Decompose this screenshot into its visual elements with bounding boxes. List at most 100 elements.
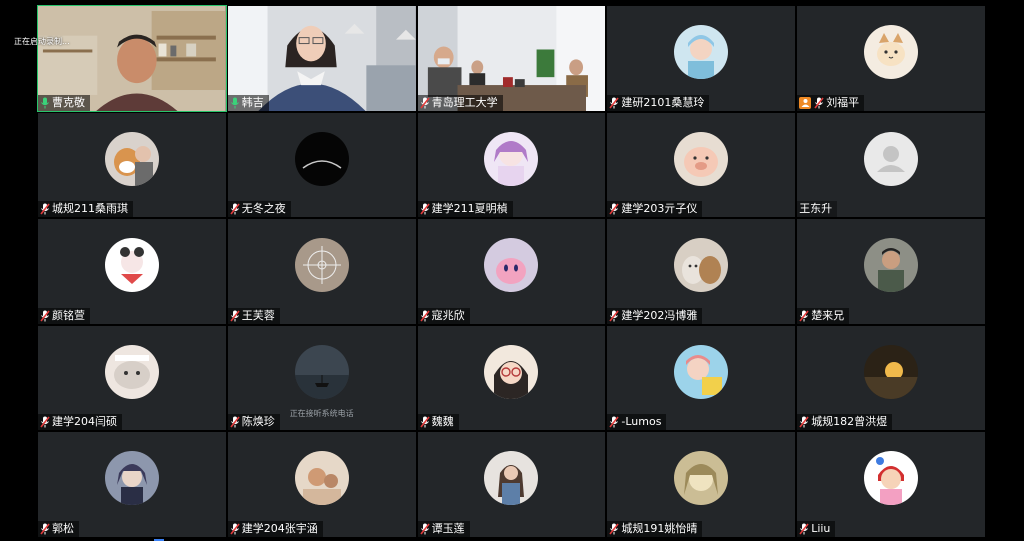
mic-muted-icon [230, 523, 240, 535]
participant-tile[interactable]: 城规182曾洪煜 [796, 324, 986, 432]
participant-tile[interactable]: 正在接听系统电话 陈焕珍 [226, 324, 417, 432]
participant-tile[interactable]: 建研2101桑慧玲 [606, 5, 797, 112]
participant-avatar [484, 131, 539, 186]
participant-tile[interactable]: 曹克敬 [37, 5, 227, 112]
mic-muted-icon [814, 97, 824, 109]
participant-name-bar: 刘福平 [797, 94, 865, 111]
mic-muted-icon [230, 416, 240, 428]
participant-avatar [104, 238, 159, 293]
participant-tile[interactable]: 建学204闫硕 [37, 324, 227, 432]
participant-grid: 曹克敬 韩吉 青岛理工大学 建研2101桑慧玲 刘福平城规211桑雨琪 无冬之夜 建学211… [37, 5, 986, 538]
mic-muted-icon [230, 310, 240, 322]
participant-name: 谭玉莲 [431, 521, 465, 535]
host-person-icon [799, 96, 812, 109]
participant-tile[interactable]: 无冬之夜 [226, 111, 417, 219]
participant-name-bar: 王东升 [797, 201, 838, 218]
participant-name: 城规211桑雨琪 [52, 202, 128, 216]
participant-tile[interactable]: 谭玉莲 [416, 431, 607, 538]
participant-name: 青岛理工大学 [431, 95, 498, 109]
participant-avatar [484, 344, 539, 399]
participant-tile[interactable]: 城规191姚怡晴 [606, 431, 797, 538]
participant-avatar [674, 344, 729, 399]
participant-name-bar: 王芙蓉 [227, 307, 280, 324]
participant-tile[interactable]: Liiu [796, 431, 986, 538]
mic-muted-icon [609, 416, 620, 428]
participant-tile[interactable]: 楚来兄 [796, 218, 986, 325]
participant-name-bar: 曹克敬 [38, 94, 90, 111]
participant-tile[interactable]: 建学204张宇涵 [226, 431, 417, 538]
participant-name: 建研2101桑慧玲 [621, 95, 705, 109]
participant-name: 城规182曾洪煜 [811, 415, 888, 429]
participant-avatar [864, 344, 919, 399]
participant-name-bar: 魏魏 [417, 414, 459, 431]
mic-muted-icon [419, 97, 430, 109]
participant-name-bar: 无冬之夜 [227, 201, 291, 218]
mic-muted-icon [609, 203, 620, 215]
meeting-gallery-view: 正在启动录制... 曹克敬 韩吉 青岛理工大学 建研2101桑慧玲 刘福平 城规211桑雨… [0, 0, 1024, 541]
mic-muted-icon [799, 310, 809, 322]
participant-name-bar: 建学211夏明楨 [417, 201, 513, 218]
participant-avatar [294, 238, 349, 293]
mic-muted-icon [40, 523, 50, 535]
participant-name-bar: 城规191姚怡晴 [607, 520, 703, 537]
participant-name-bar: 楚来兄 [797, 307, 850, 324]
participant-tile[interactable]: 王芙蓉 [226, 218, 417, 325]
participant-tile[interactable]: 城规211桑雨琪 [37, 111, 227, 219]
participant-name: 郭松 [52, 521, 74, 535]
participant-avatar [674, 25, 729, 79]
participant-name-bar: 城规211桑雨琪 [38, 201, 133, 218]
mic-muted-icon [609, 310, 620, 322]
participant-avatar [674, 451, 729, 506]
participant-tile[interactable]: 寇兆欣 [416, 218, 607, 325]
participant-name-bar: 颜铭萱 [38, 307, 90, 324]
participant-tile[interactable]: 青岛理工大学 [416, 5, 607, 112]
participant-tile[interactable]: 建学202冯博雅 [606, 218, 797, 325]
participant-name: 寇兆欣 [431, 308, 465, 322]
mic-muted-icon [419, 416, 430, 428]
participant-tile[interactable]: 颜铭萱 [37, 218, 227, 325]
mic-on-icon [230, 97, 239, 109]
participant-avatar [864, 131, 919, 186]
mic-muted-icon [799, 416, 809, 428]
participant-name-bar: 建学203亓子仪 [607, 201, 703, 218]
participant-name: 颜铭萱 [52, 308, 85, 322]
participant-name-bar: 建学202冯博雅 [607, 307, 703, 324]
participant-name: Liiu [811, 521, 831, 535]
participant-name: 王芙蓉 [241, 308, 275, 322]
participant-name: 魏魏 [431, 415, 454, 429]
participant-tile[interactable]: 王东升 [796, 111, 986, 219]
participant-name: 建学204闫硕 [52, 415, 117, 429]
participant-tile[interactable]: 建学211夏明楨 [416, 111, 607, 219]
participant-avatar [294, 131, 349, 186]
participant-name-bar: 郭松 [38, 520, 79, 537]
participant-name-bar: 陈焕珍 [227, 414, 280, 431]
mic-muted-icon [40, 310, 50, 322]
participant-avatar [674, 131, 729, 186]
participant-tile[interactable]: 郭松 [37, 431, 227, 538]
participant-avatar [674, 238, 729, 293]
participant-name: 刘福平 [826, 95, 860, 109]
participant-avatar [484, 451, 539, 506]
participant-name: 无冬之夜 [241, 202, 286, 216]
participant-name-bar: 青岛理工大学 [417, 94, 503, 111]
participant-tile[interactable]: 建学203亓子仪 [606, 111, 797, 219]
participant-tile[interactable]: 韩吉 [226, 5, 417, 112]
mic-muted-icon [419, 523, 430, 535]
participant-avatar [104, 451, 159, 506]
participant-tile[interactable]: 刘福平 [796, 5, 986, 112]
participant-avatar [864, 25, 919, 79]
participant-name: 建学202冯博雅 [621, 308, 698, 322]
participant-tile[interactable]: 魏魏 [416, 324, 607, 432]
participant-avatar [864, 451, 919, 506]
participant-name: 王东升 [799, 202, 833, 216]
participant-avatar [294, 451, 349, 506]
participant-name: 楚来兄 [811, 308, 845, 322]
mic-muted-icon [609, 97, 620, 109]
mic-muted-icon [419, 203, 430, 215]
mic-muted-icon [799, 523, 809, 535]
participant-avatar [864, 238, 919, 293]
participant-avatar [104, 131, 159, 186]
participant-avatar [484, 238, 539, 293]
participant-tile[interactable]: -Lumos [606, 324, 797, 432]
participant-name: 韩吉 [241, 95, 264, 109]
